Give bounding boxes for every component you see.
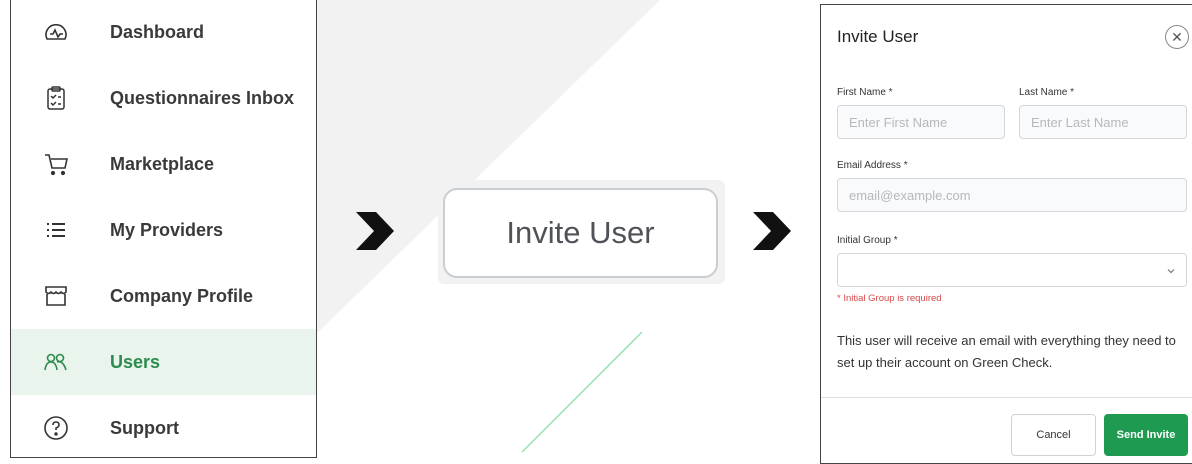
email-field[interactable]: email@example.com (837, 178, 1187, 212)
sidebar-item-label: Marketplace (110, 153, 215, 174)
dashboard-icon (43, 19, 69, 45)
invite-note: This user will receive an email with eve… (837, 333, 1176, 370)
first-name-field[interactable]: Enter First Name (837, 105, 1005, 139)
sidebar-item-label: Users (110, 351, 161, 372)
last-name-label: Last Name * (1019, 87, 1075, 98)
invite-user-button[interactable]: Invite User (443, 188, 718, 278)
cancel-button[interactable]: Cancel (1011, 414, 1096, 456)
sidebar-item-label: Questionnaires Inbox (110, 87, 295, 108)
sidebar-item-label: My Providers (110, 219, 224, 240)
sidebar-item-questionnaires-inbox[interactable]: Questionnaires Inbox (11, 65, 316, 131)
last-name-field[interactable]: Enter Last Name (1019, 105, 1187, 139)
sidebar-item-label: Support (110, 417, 179, 438)
storefront-icon (43, 283, 69, 309)
send-invite-button[interactable]: Send Invite (1104, 414, 1188, 456)
sidebar-item-dashboard[interactable]: Dashboard (11, 0, 316, 65)
first-name-label: First Name * (837, 87, 893, 98)
close-button[interactable]: ✕ (1165, 25, 1189, 49)
cart-icon (43, 151, 69, 177)
sidebar-item-users[interactable]: Users (11, 329, 316, 395)
chevron-right-icon (356, 212, 394, 250)
initial-group-error: * Initial Group is required (837, 293, 942, 304)
sidebar-item-company-profile[interactable]: Company Profile (11, 263, 316, 329)
users-icon (43, 349, 69, 375)
chevron-down-icon (1167, 269, 1175, 274)
sidebar-nav: Dashboard Questionnaires Inbox Marketpla… (10, 0, 317, 458)
initial-group-select[interactable] (837, 253, 1187, 287)
close-icon: ✕ (1171, 28, 1183, 45)
modal-title: Invite User (837, 27, 919, 46)
sidebar-item-label: Dashboard (110, 21, 205, 42)
sidebar-item-label: Company Profile (110, 285, 254, 306)
sidebar-item-my-providers[interactable]: My Providers (11, 197, 316, 263)
help-icon (43, 415, 69, 441)
email-label: Email Address * (837, 160, 908, 171)
clipboard-checklist-icon (43, 85, 69, 111)
initial-group-label: Initial Group * (837, 235, 898, 246)
list-icon (43, 217, 69, 243)
invite-user-modal: Invite User ✕ First Name * Enter First N… (820, 4, 1192, 464)
modal-footer-divider (821, 397, 1192, 398)
sidebar-item-support[interactable]: Support (11, 395, 316, 461)
chevron-right-icon (753, 212, 791, 250)
sidebar-item-marketplace[interactable]: Marketplace (11, 131, 316, 197)
